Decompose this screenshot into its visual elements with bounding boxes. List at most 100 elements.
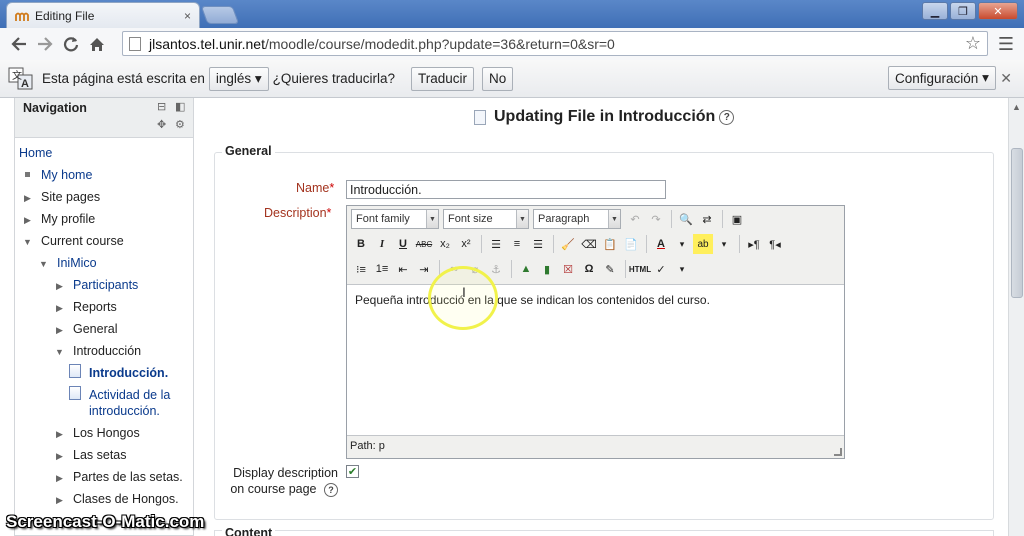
special-char-icon[interactable]: Ω: [579, 259, 599, 279]
expand-icon[interactable]: ▶: [56, 325, 63, 336]
nav-actividad-line2[interactable]: introducción.: [89, 404, 160, 418]
close-icon[interactable]: ✕: [1000, 70, 1012, 87]
bold-icon[interactable]: B: [351, 234, 371, 254]
emoticon-icon[interactable]: ☒: [558, 259, 578, 279]
paragraph-select[interactable]: Paragraph ▼: [533, 209, 621, 229]
paste-text-icon[interactable]: 📋: [600, 234, 620, 254]
back-icon[interactable]: [6, 31, 32, 57]
media-icon[interactable]: ▮: [537, 259, 557, 279]
address-bar[interactable]: jlsantos.tel.unir.net/moodle/course/mode…: [122, 31, 988, 56]
superscript-icon[interactable]: x²: [456, 234, 476, 254]
help-icon[interactable]: ?: [324, 483, 338, 497]
chevron-down-icon[interactable]: ▾: [672, 234, 692, 254]
eraser-icon[interactable]: ⌫: [579, 234, 599, 254]
nav-introduccion-section[interactable]: Introducción: [73, 344, 141, 358]
underline-icon[interactable]: U: [393, 234, 413, 254]
strikethrough-icon[interactable]: ABC: [414, 234, 434, 254]
forward-icon[interactable]: [32, 31, 58, 57]
scroll-up-icon[interactable]: ▲: [1012, 102, 1021, 112]
background-color-icon[interactable]: ab: [693, 234, 713, 254]
editor-content-area[interactable]: Pequeña introducció en la que se indican…: [347, 284, 844, 436]
nav-actividad-line1[interactable]: Actividad de la: [89, 388, 170, 402]
nav-reports[interactable]: Reports: [73, 300, 117, 314]
name-input[interactable]: [346, 180, 666, 199]
nav-my-profile[interactable]: My profile: [41, 212, 95, 226]
language-select[interactable]: inglés ▾: [208, 66, 269, 91]
expand-icon[interactable]: ▶: [56, 473, 63, 484]
spellcheck-icon[interactable]: ✓: [651, 259, 671, 279]
expand-icon[interactable]: ▶: [56, 281, 63, 292]
display-description-checkbox[interactable]: ✔: [346, 465, 359, 478]
content-legend[interactable]: Content: [222, 526, 276, 536]
scrollbar-thumb[interactable]: [1011, 148, 1023, 298]
minimize-button[interactable]: ▁: [922, 2, 948, 20]
outdent-icon[interactable]: ⇤: [393, 259, 413, 279]
redo-icon[interactable]: ↷: [646, 209, 666, 229]
collapse-icon[interactable]: ⊟: [157, 100, 166, 113]
new-tab-button[interactable]: [200, 6, 240, 24]
help-icon[interactable]: ?: [719, 109, 735, 125]
nav-participants-link[interactable]: Participants: [73, 278, 138, 292]
home-icon[interactable]: [84, 31, 110, 57]
star-icon[interactable]: ☆: [965, 33, 981, 54]
expand-icon[interactable]: ▶: [56, 495, 63, 506]
settings-button[interactable]: Configuración ▾: [888, 66, 996, 90]
translate-button[interactable]: Traducir: [410, 66, 474, 91]
nav-clases-hongos[interactable]: Clases de Hongos.: [73, 492, 179, 506]
align-right-icon[interactable]: ☰: [528, 234, 548, 254]
chevron-down-icon[interactable]: ▾: [672, 259, 692, 279]
expand-icon[interactable]: ▶: [56, 451, 63, 462]
italic-icon[interactable]: I: [372, 234, 392, 254]
dock-icon[interactable]: ◧: [175, 100, 185, 113]
nav-course-link[interactable]: IniMico: [57, 256, 97, 270]
gear-icon[interactable]: ⚙: [175, 118, 185, 131]
nav-site-pages[interactable]: Site pages: [41, 190, 100, 204]
replace-icon[interactable]: ⇄: [697, 209, 717, 229]
nav-las-setas[interactable]: Las setas: [73, 448, 127, 462]
nav-current-course[interactable]: Current course: [41, 234, 124, 248]
description-text[interactable]: Pequeña introducció en la que se indican…: [355, 293, 710, 307]
nav-los-hongos[interactable]: Los Hongos: [73, 426, 140, 440]
undo-icon[interactable]: ↶: [625, 209, 645, 229]
find-icon[interactable]: 🔍: [676, 209, 696, 229]
expand-icon[interactable]: ▶: [56, 303, 63, 314]
align-center-icon[interactable]: ≡: [507, 234, 527, 254]
bullet-list-icon[interactable]: ⁝≡: [351, 259, 371, 279]
browser-tab[interactable]: Editing File ×: [6, 2, 200, 28]
nav-my-home-link[interactable]: My home: [41, 168, 92, 182]
expand-icon[interactable]: ▶: [56, 429, 63, 440]
nav-general[interactable]: General: [73, 322, 117, 336]
wrench-icon[interactable]: ☰: [998, 34, 1014, 55]
image-icon[interactable]: ▲: [516, 259, 536, 279]
paste-word-icon[interactable]: 📄: [621, 234, 641, 254]
expand-icon[interactable]: ▶: [24, 193, 31, 204]
collapse-arrow-icon[interactable]: ▼: [55, 347, 64, 357]
align-left-icon[interactable]: ☰: [486, 234, 506, 254]
nav-home-link[interactable]: Home: [19, 146, 52, 160]
page-scrollbar[interactable]: ▲: [1008, 98, 1024, 536]
resize-handle[interactable]: [834, 448, 842, 456]
general-legend[interactable]: General: [222, 144, 275, 158]
fullscreen-icon[interactable]: ▣: [727, 209, 747, 229]
numbered-list-icon[interactable]: 1≡: [372, 259, 392, 279]
expand-icon[interactable]: ▶: [24, 215, 31, 226]
no-translate-button[interactable]: No: [482, 66, 514, 91]
move-icon[interactable]: ✥: [157, 118, 166, 131]
rtl-icon[interactable]: ¶◂: [765, 234, 785, 254]
nav-introduccion-item[interactable]: Introducción.: [89, 366, 168, 380]
close-window-button[interactable]: ✕: [978, 2, 1018, 20]
collapse-arrow-icon[interactable]: ▼: [39, 259, 48, 269]
cleanup-icon[interactable]: 🧹: [558, 234, 578, 254]
html-icon[interactable]: HTML: [629, 259, 651, 279]
url-text[interactable]: jlsantos.tel.unir.net/moodle/course/mode…: [149, 36, 965, 52]
collapse-arrow-icon[interactable]: ▼: [23, 237, 32, 247]
indent-icon[interactable]: ⇥: [414, 259, 434, 279]
font-family-select[interactable]: Font family ▼: [351, 209, 439, 229]
chevron-down-icon[interactable]: ▾: [714, 234, 734, 254]
close-tab-icon[interactable]: ×: [184, 9, 191, 23]
subscript-icon[interactable]: x₂: [435, 234, 455, 254]
text-color-icon[interactable]: A: [651, 234, 671, 254]
ltr-icon[interactable]: ▸¶: [744, 234, 764, 254]
reload-icon[interactable]: [58, 31, 84, 57]
nav-partes-setas[interactable]: Partes de las setas.: [73, 470, 183, 484]
